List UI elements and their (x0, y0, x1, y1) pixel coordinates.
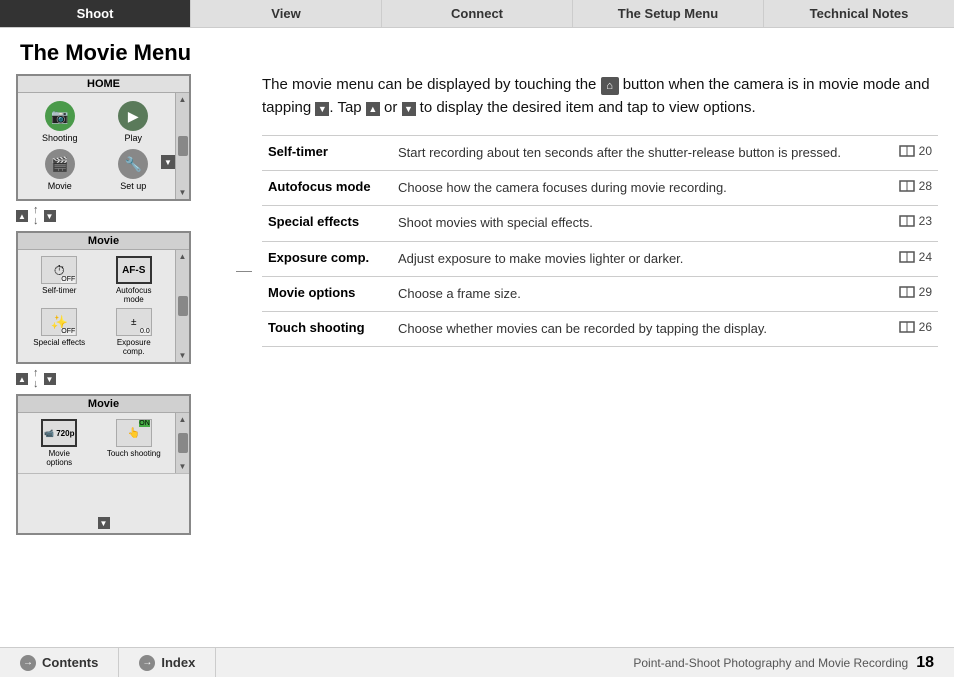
up-arrow-2: ▲ (16, 373, 28, 385)
down-arrow-1: ▼ (44, 210, 56, 222)
table-row: Movie options Choose a frame size. 29 (262, 276, 938, 311)
item-desc-movie-options: Choose a frame size. (392, 276, 878, 311)
ref-icon-movie-options: 29 (899, 285, 932, 299)
item-desc-touch-shooting: Choose whether movies can be recorded by… (392, 311, 878, 346)
tab-connect[interactable]: Connect (382, 0, 573, 27)
item-ref-self-timer: 20 (878, 136, 938, 171)
item-name-self-timer: Self-timer (262, 136, 392, 171)
movie-screen-1-wrapper: Movie ⏱ OFF Self-timer AF-S (16, 231, 236, 364)
home-button-icon: ⌂ (601, 77, 619, 95)
item-name-touch-shooting: Touch shooting (262, 311, 392, 346)
page-title: The Movie Menu (0, 28, 954, 74)
play-icon: ▶ (118, 101, 148, 131)
contents-button[interactable]: → Contents (0, 648, 119, 677)
item-name-exposure: Exposure comp. (262, 241, 392, 276)
bottom-navigation: → Contents → Index Point-and-Shoot Photo… (0, 647, 954, 677)
footer-text-area: Point-and-Shoot Photography and Movie Re… (633, 654, 954, 672)
movie-options-box: 📹 720p (41, 419, 77, 447)
tab-view[interactable]: View (191, 0, 382, 27)
up-icon: ▲ (366, 102, 380, 116)
down-icon: ▼ (402, 102, 416, 116)
ref-icon-special-effects: 23 (899, 214, 932, 228)
up-arrow-1: ▲ (16, 210, 28, 222)
left-panel: HOME 📷 Shooting ▶ Play 🎬 Movi (16, 74, 246, 535)
ref-icon-touch-shooting: 26 (899, 320, 932, 334)
movie-options-item: 📹 720p Movieoptions (24, 419, 95, 467)
index-icon: → (139, 655, 155, 671)
touch-shooting-box: 👆 ON (116, 419, 152, 447)
movie-screen-2-wrapper: Movie 📹 720p Movieoptions 👆 ON (16, 394, 236, 535)
arrows-row-1: ▲ ↑ ↓ ▼ (16, 201, 236, 231)
table-row: Self-timer Start recording about ten sec… (262, 136, 938, 171)
home-camera-screen: HOME 📷 Shooting ▶ Play 🎬 Movi (16, 74, 191, 201)
item-name-special-effects: Special effects (262, 206, 392, 241)
home-screen-label: HOME (18, 76, 189, 93)
screen2-down-btn[interactable]: ▼ (98, 517, 110, 529)
table-row: Touch shooting Choose whether movies can… (262, 311, 938, 346)
self-timer-item: ⏱ OFF Self-timer (24, 256, 95, 304)
item-desc-exposure: Adjust exposure to make movies lighter o… (392, 241, 878, 276)
movie-icon: 🎬 (45, 149, 75, 179)
scroll-down-button[interactable]: ▼ (161, 155, 175, 169)
item-desc-self-timer: Start recording about ten seconds after … (392, 136, 878, 171)
autofocus-box: AF-S (116, 256, 152, 284)
item-ref-special-effects: 23 (878, 206, 938, 241)
down-arrow-2: ▼ (44, 373, 56, 385)
connector-line-1 (236, 271, 252, 272)
item-ref-exposure: 24 (878, 241, 938, 276)
play-icon-item: ▶ Play (100, 101, 168, 143)
item-ref-movie-options: 29 (878, 276, 938, 311)
main-content: HOME 📷 Shooting ▶ Play 🎬 Movi (0, 74, 954, 535)
shooting-icon-item: 📷 Shooting (26, 101, 94, 143)
top-navigation: Shoot View Connect The Setup Menu Techni… (0, 0, 954, 28)
table-row: Autofocus mode Choose how the camera foc… (262, 171, 938, 206)
movie-icon-item: 🎬 Movie (26, 149, 94, 191)
item-ref-autofocus: 28 (878, 171, 938, 206)
index-button[interactable]: → Index (119, 648, 216, 677)
description-text: The movie menu can be displayed by touch… (262, 74, 938, 119)
shooting-icon: 📷 (45, 101, 75, 131)
movie-tap-icon: ▼ (315, 102, 329, 116)
special-effects-item: ✨ OFF Special effects (24, 308, 95, 356)
item-name-autofocus: Autofocus mode (262, 171, 392, 206)
touch-shooting-item: 👆 ON Touch shooting (99, 419, 170, 467)
item-desc-special-effects: Shoot movies with special effects. (392, 206, 878, 241)
movie-screen-2: Movie 📹 720p Movieoptions 👆 ON (16, 394, 191, 535)
setup-icon-item: 🔧 Set up (100, 149, 168, 191)
arrows-row-2: ▲ ↑ ↓ ▼ (16, 364, 236, 394)
autofocus-item: AF-S Autofocusmode (99, 256, 170, 304)
ref-icon-self-timer: 20 (899, 144, 932, 158)
exposure-box: ± 0.0 (116, 308, 152, 336)
item-desc-autofocus: Choose how the camera focuses during mov… (392, 171, 878, 206)
table-row: Special effects Shoot movies with specia… (262, 206, 938, 241)
contents-icon: → (20, 655, 36, 671)
tab-shoot[interactable]: Shoot (0, 0, 191, 27)
item-ref-touch-shooting: 26 (878, 311, 938, 346)
menu-table: Self-timer Start recording about ten sec… (262, 135, 938, 347)
ref-icon-exposure: 24 (899, 250, 932, 264)
item-name-movie-options: Movie options (262, 276, 392, 311)
home-screen-wrapper: HOME 📷 Shooting ▶ Play 🎬 Movi (16, 74, 236, 201)
tab-technical-notes[interactable]: Technical Notes (764, 0, 954, 27)
special-effects-box: ✨ OFF (41, 308, 77, 336)
right-panel: The movie menu can be displayed by touch… (262, 74, 938, 535)
setup-icon: 🔧 (118, 149, 148, 179)
movie-screen-1: Movie ⏱ OFF Self-timer AF-S (16, 231, 191, 364)
self-timer-box: ⏱ OFF (41, 256, 77, 284)
tab-setup-menu[interactable]: The Setup Menu (573, 0, 764, 27)
table-row: Exposure comp. Adjust exposure to make m… (262, 241, 938, 276)
ref-icon-autofocus: 28 (899, 179, 932, 193)
page-number: 18 (916, 654, 934, 672)
exposure-item: ± 0.0 Exposurecomp. (99, 308, 170, 356)
